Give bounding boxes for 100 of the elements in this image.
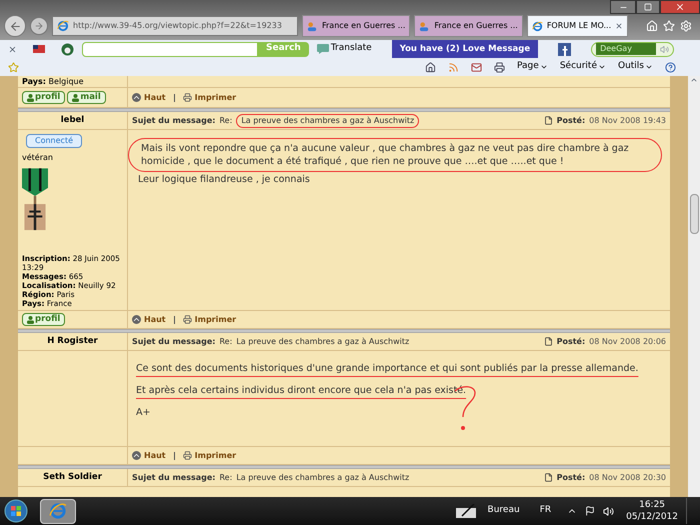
posted-label: Posté: [556,472,586,484]
search-field[interactable] [82,42,258,56]
up-arrow-icon [132,93,141,102]
posted-date: 08 Nov 2008 20:30 [589,472,666,484]
document-icon [544,473,553,482]
scrollbar[interactable] [688,76,700,497]
top-link[interactable]: Haut [132,92,166,104]
print-link[interactable]: Imprimer [182,314,236,326]
caret-icon [645,63,653,71]
post-text: Mais ils vont repondre que ça n'a aucune valeur , que chambres à gaz ne veut pas dire chambre à gaz homicide , que le document a été trafiqué , que rien ne prouve que ….et que …..et que ! [128,138,662,172]
online-badge: Connecté [26,134,82,148]
document-icon [544,337,553,346]
tab-label: FORUM LE MO... [546,20,612,32]
up-arrow-icon [132,315,141,324]
user-name-field[interactable]: DeeGay [596,43,656,55]
subject-label: Sujet du message: [132,336,216,348]
subject-prefix: Re: [219,336,232,348]
globe-logo-icon[interactable] [61,42,74,56]
command-menu[interactable]: Sécurité [560,60,606,74]
people-icon [419,20,430,32]
up-arrow-icon [132,451,141,460]
command-menu[interactable]: Outils [618,60,653,74]
person-icon [72,94,80,102]
people-icon [307,20,318,32]
language-indicator[interactable]: FR [540,504,552,518]
print-link[interactable]: Imprimer [182,450,236,462]
profile-button[interactable]: profil [22,313,66,326]
document-icon [544,116,553,125]
favorites-icon[interactable] [663,20,675,32]
pen-tablet-icon[interactable] [456,504,476,518]
close-icon [675,2,685,12]
address-bar[interactable]: http://www.39-45.org/viewtopic.php?f=22&t=19233 [52,16,298,36]
clock-date: 05/12/2012 [626,511,678,523]
flag-icon[interactable] [585,506,596,516]
start-button[interactable] [4,499,28,523]
desktop-label[interactable]: Bureau [488,504,520,518]
posted-label: Posté: [556,336,586,348]
browser-tab[interactable]: FORUM LE MO... [526,15,628,37]
print-icon [182,315,192,324]
close-button[interactable] [660,0,700,14]
home-icon[interactable] [425,62,436,72]
mail-icon[interactable] [471,62,482,72]
settings-icon[interactable] [680,20,692,32]
posted-label: Posté: [556,114,586,126]
tab-label: France en Guerres ... [434,20,518,32]
back-button[interactable] [4,15,26,37]
post-text: A+ [136,406,152,419]
forward-icon [34,21,44,31]
subject-label: Sujet du message: [132,472,216,484]
post-text: Ce sont des documents historiques d'une grande importance et qui sont publiés par la presse allemande. [136,362,640,375]
subject-label: Sujet du message: [132,114,216,126]
posted-date: 08 Nov 2008 20:06 [589,336,666,348]
address-text: http://www.39-45.org/viewtopic.php?f=22&t=19233 [73,20,282,32]
post-text: Et après cela certains individus diront encore que cela n'a pas existé. [136,384,468,397]
post-text: Leur logique filandreuse , je connais [137,173,311,186]
profile-button[interactable]: mail [67,91,106,104]
scrollbar-thumb[interactable] [690,194,698,234]
close-icon[interactable] [615,22,624,30]
volume-icon[interactable] [603,506,614,516]
print-icon[interactable] [494,62,506,72]
author-name[interactable]: lebel [60,114,84,127]
subject-text: La preuve des chambres a gaz à Auschwitz [236,336,410,348]
maximize-icon [644,3,652,11]
print-icon [182,451,192,460]
subject-prefix: Re: [219,114,232,126]
author-name[interactable]: Seth Soldier [43,471,102,484]
user-rank: vétéran [22,152,54,164]
translate-button[interactable]: Translate [316,42,372,56]
posted-date: 08 Nov 2008 19:43 [589,114,666,126]
maximize-button[interactable] [636,0,660,14]
person-icon [27,316,34,324]
user-widget[interactable]: DeeGay [591,42,674,56]
clock-time: 16:25 [639,499,666,511]
browser-tab[interactable]: France en Guerres ... [414,15,523,37]
print-icon [182,93,192,102]
facebook-icon[interactable] [558,42,572,56]
browser-logo-icon [57,20,69,32]
profile-button[interactable]: profil [22,91,66,104]
print-link[interactable]: Imprimer [182,92,236,104]
top-link[interactable]: Haut [132,314,166,326]
taskbar-app[interactable] [40,498,76,524]
caret-icon [540,63,548,71]
command-menu[interactable]: Page [517,60,548,74]
browser-logo-icon [49,502,67,520]
subject-prefix: Re: [219,472,232,484]
clock[interactable]: 16:25 05/12/2012 [626,499,678,523]
subject-text: La preuve des chambres a gaz à Auschwitz [236,114,420,128]
person-icon [27,94,34,102]
love-message-button[interactable]: You have (2) Love Message [392,40,538,58]
speech-bubble-icon [316,44,329,54]
author-name[interactable]: H Rogister [47,335,98,348]
close-icon[interactable] [8,44,17,54]
forward-button[interactable] [30,17,48,35]
top-link[interactable]: Haut [132,450,166,462]
scroll-up-icon[interactable] [690,76,698,84]
browser-tab[interactable]: France en Guerres ... [302,15,410,37]
tab-label: France en Guerres ... [322,20,406,32]
subject-text: La preuve des chambres a gaz à Auschwitz [236,472,410,484]
profile-info: Pays: Belgique [18,76,128,87]
help-icon[interactable] [665,62,676,72]
